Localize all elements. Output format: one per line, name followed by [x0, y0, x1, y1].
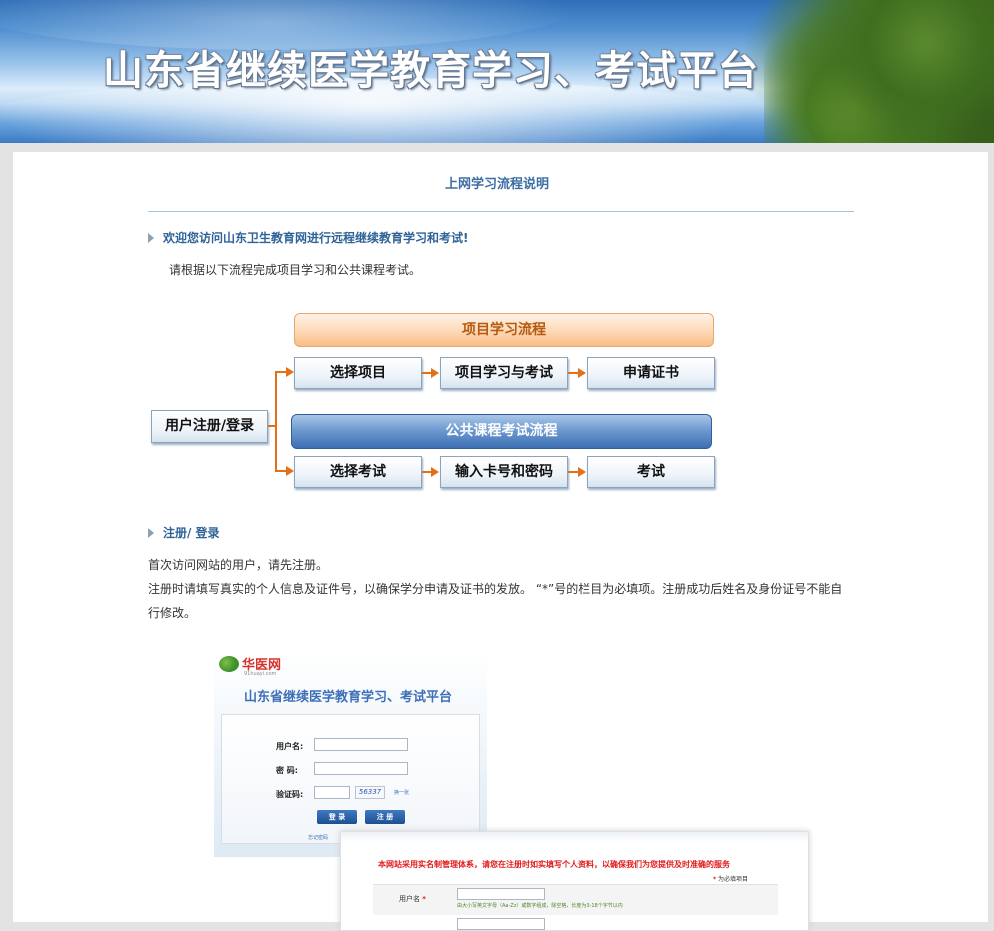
title-divider [148, 211, 854, 212]
register-topband [341, 832, 808, 842]
arrow-right-icon [578, 368, 586, 378]
site-title: 山东省继续医学教育学习、考试平台 [103, 48, 759, 94]
register-text-line2: 注册时请填写真实的个人信息及证件号，以确保学分申请及证书的发放。 “*”号的栏目… [148, 582, 843, 596]
banner-tree-image [764, 0, 994, 143]
register-button: 注 册 [365, 810, 405, 824]
password-input [314, 762, 408, 775]
register-row [373, 884, 778, 915]
flow-step-study-exam: 项目学习与考试 [440, 357, 568, 389]
flow-step-select-project: 选择项目 [294, 357, 422, 389]
login-screenshot: 华医网 91huayi.com 山东省继续医学教育学习、考试平台 用户名: 密 … [214, 652, 487, 857]
reg-username-label: 用户名 * [399, 894, 426, 904]
public-flow-header: 公共课程考试流程 [291, 414, 712, 449]
chevron-right-icon [148, 233, 154, 243]
register-heading: 注册/ 登录 [148, 524, 220, 541]
intro-text: 请根据以下流程完成项目学习和公共课程考试。 [169, 263, 422, 277]
register-screenshot: 本网站采用实名制管理体系，请您在注册时如实填写个人资料，以确保我们为您提供及时准… [340, 831, 809, 931]
login-button: 登 录 [317, 810, 357, 824]
welcome-text: 欢迎您访问山东卫生教育网进行远程继续教育学习和考试! [163, 231, 469, 245]
captcha-image: 56337 [355, 786, 385, 799]
flow-step-apply-certificate: 申请证书 [587, 357, 715, 389]
register-heading-text: 注册/ 登录 [163, 526, 220, 540]
username-label: 用户名: [276, 742, 304, 751]
header-banner: 山东省继续医学教育学习、考试平台 [0, 0, 994, 143]
login-form [221, 714, 480, 844]
captcha-label: 验证码: [276, 790, 304, 799]
arrow-right-icon [286, 367, 294, 377]
flow-step-enter-card: 输入卡号和密码 [440, 456, 568, 488]
forgot-password-link: 忘记密码 [308, 835, 329, 841]
flow-step-exam: 考试 [587, 456, 715, 488]
register-notice: 本网站采用实名制管理体系，请您在注册时如实填写个人资料，以确保我们为您提供及时准… [378, 860, 730, 869]
logo-subtext: 91huayi.com [244, 671, 277, 677]
reg-username-label-text: 用户名 [399, 895, 420, 903]
flow-step-register-login: 用户注册/登录 [151, 410, 268, 443]
welcome-heading: 欢迎您访问山东卫生教育网进行远程继续教育学习和考试! [148, 229, 468, 246]
flow-connector [275, 371, 277, 472]
password-label: 密 码: [276, 766, 298, 775]
reg-username-star: * [422, 895, 426, 903]
login-platform-title: 山东省继续医学教育学习、考试平台 [244, 690, 453, 705]
chevron-right-icon [148, 528, 154, 538]
project-flow-header: 项目学习流程 [294, 313, 714, 347]
register-text-line1: 首次访问网站的用户，请先注册。 [148, 558, 329, 572]
username-input [314, 738, 408, 751]
required-text: 为必填项目 [716, 876, 749, 883]
arrow-right-icon [431, 368, 439, 378]
leaf-logo-icon [219, 656, 239, 672]
change-captcha-link: 换一张 [394, 790, 410, 796]
reg-next-input [457, 918, 545, 930]
captcha-input [314, 786, 350, 799]
arrow-right-icon [578, 467, 586, 477]
required-note: * 为必填项目 [713, 874, 748, 883]
flow-step-select-exam: 选择考试 [294, 456, 422, 488]
reg-username-hint: 由大小写英文字母（Aa-Zz）或数字组成，除空格，长度为3-18个字节以内 [457, 903, 623, 909]
arrow-right-icon [431, 467, 439, 477]
reg-username-input [457, 888, 545, 900]
page-title: 上网学习流程说明 [445, 177, 550, 192]
register-text-line3: 行修改。 [148, 606, 197, 620]
arrow-right-icon [286, 466, 294, 476]
